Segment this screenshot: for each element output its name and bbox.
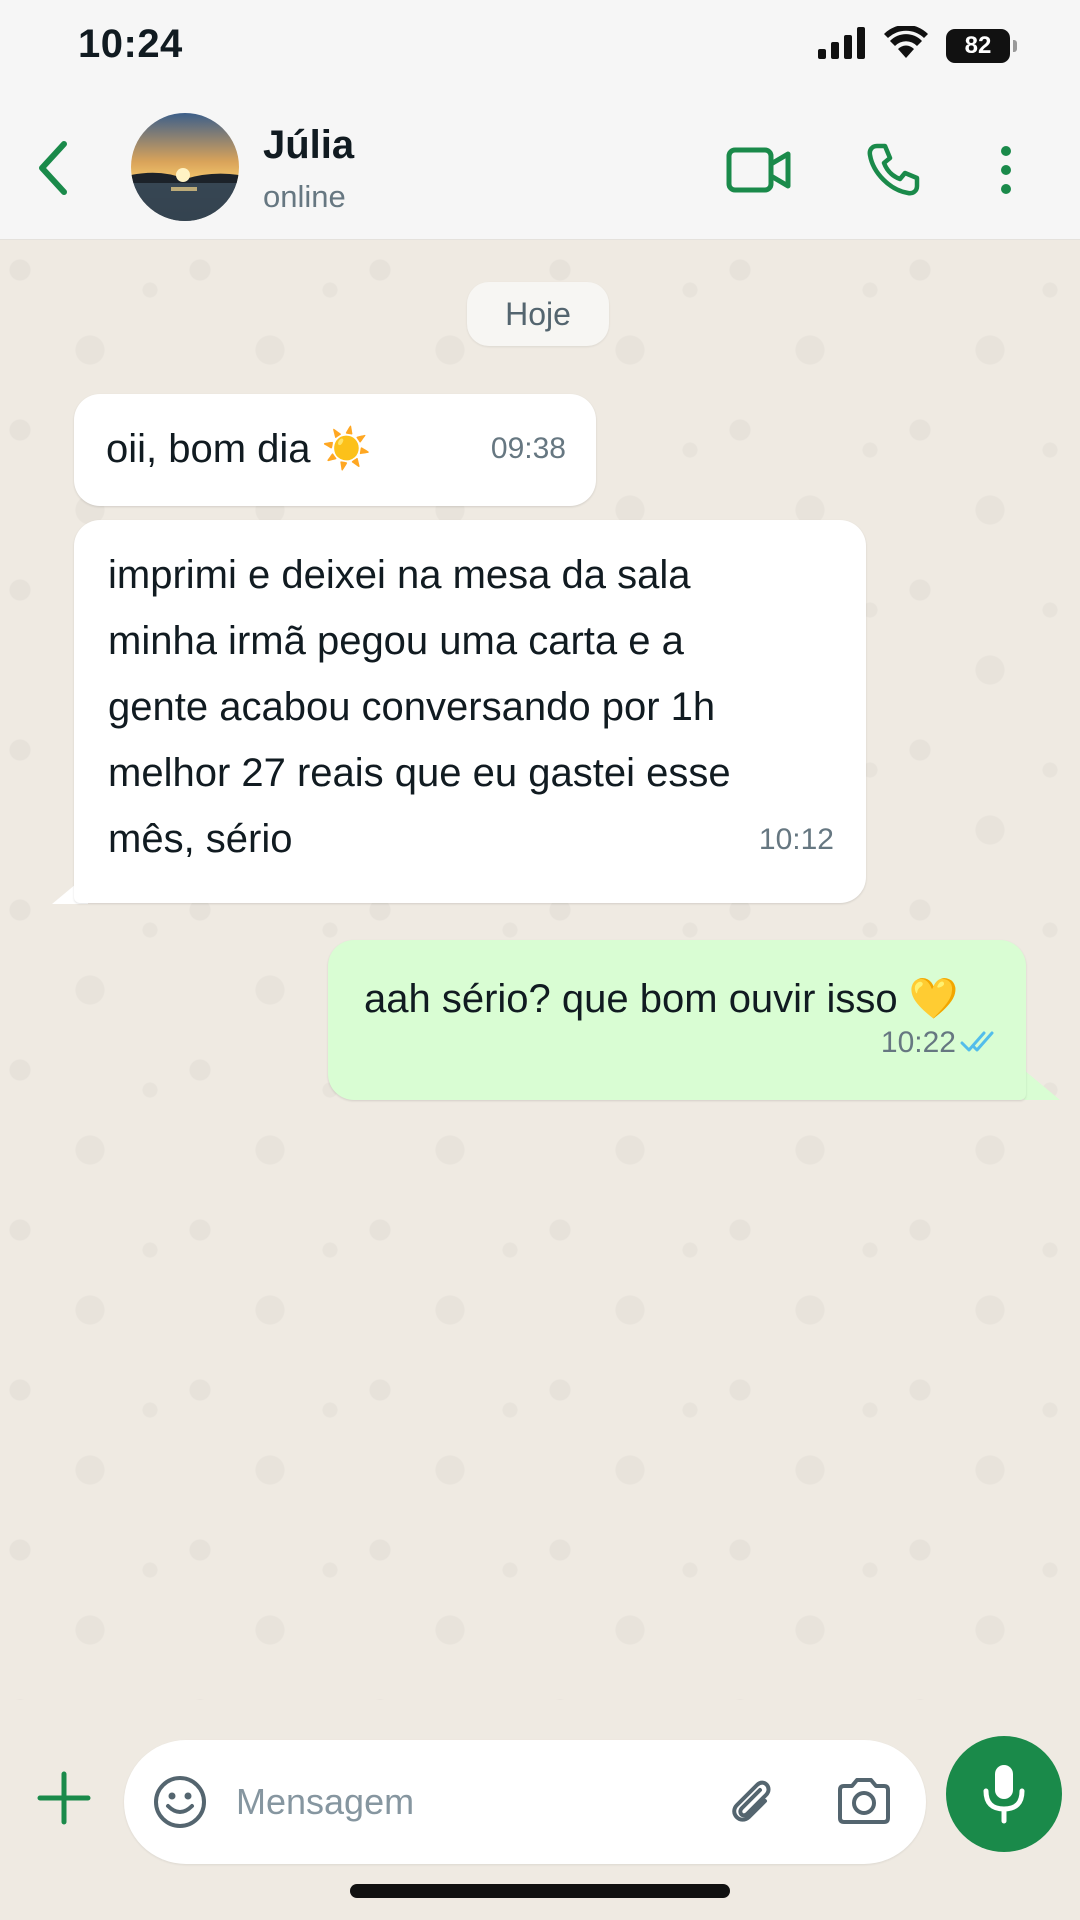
message-box — [124, 1740, 926, 1864]
status-bar: 10:24 82 — [0, 0, 1080, 95]
home-indicator[interactable] — [350, 1884, 730, 1898]
camera-icon — [838, 1778, 890, 1824]
voice-message-button[interactable] — [946, 1736, 1062, 1852]
more-vertical-icon — [1001, 146, 1011, 194]
voice-call-button[interactable] — [858, 135, 928, 205]
message-text: imprimi e deixei na mesa da sala minha i… — [108, 553, 731, 861]
read-receipt-icon — [960, 1008, 1000, 1074]
emoji-button[interactable] — [152, 1774, 208, 1830]
smiley-icon — [154, 1776, 206, 1828]
message-time: 10:22 — [880, 1026, 956, 1059]
contact-status: online — [263, 179, 346, 214]
video-call-button[interactable] — [724, 135, 794, 205]
message-time: 10:12 — [758, 823, 834, 856]
back-button[interactable] — [22, 133, 82, 203]
chevron-left-icon — [39, 141, 67, 195]
outgoing-message[interactable]: aah sério? que bom ouvir isso 💛 10:22 — [328, 940, 1026, 1100]
battery-indicator: 82 — [946, 28, 1017, 63]
chat-area[interactable]: Hoje oii, bom dia ☀️ 09:38 imprimi e dei… — [0, 240, 1080, 1700]
paperclip-icon — [732, 1780, 771, 1822]
video-camera-icon — [726, 147, 791, 193]
attachment-button[interactable] — [720, 1772, 780, 1832]
contact-name[interactable]: Júlia — [263, 123, 354, 168]
more-options-button[interactable] — [986, 135, 1026, 205]
microphone-icon — [983, 1765, 1025, 1824]
attach-menu-button[interactable] — [30, 1764, 98, 1832]
message-time: 09:38 — [490, 432, 566, 465]
camera-button[interactable] — [834, 1772, 894, 1832]
status-icons: 82 — [818, 24, 1017, 65]
plus-icon — [37, 1771, 91, 1825]
message-input[interactable] — [236, 1770, 696, 1834]
chat-header: Júlia online — [0, 95, 1080, 240]
incoming-message[interactable]: imprimi e deixei na mesa da sala minha i… — [74, 520, 866, 903]
date-chip: Hoje — [467, 282, 609, 346]
incoming-message[interactable]: oii, bom dia ☀️ 09:38 — [74, 394, 596, 506]
wifi-icon — [884, 24, 928, 65]
status-time: 10:24 — [78, 22, 183, 66]
bubble-tail — [1024, 1070, 1060, 1100]
avatar[interactable] — [131, 113, 239, 221]
phone-icon — [867, 143, 920, 196]
cellular-signal-icon — [818, 27, 866, 64]
